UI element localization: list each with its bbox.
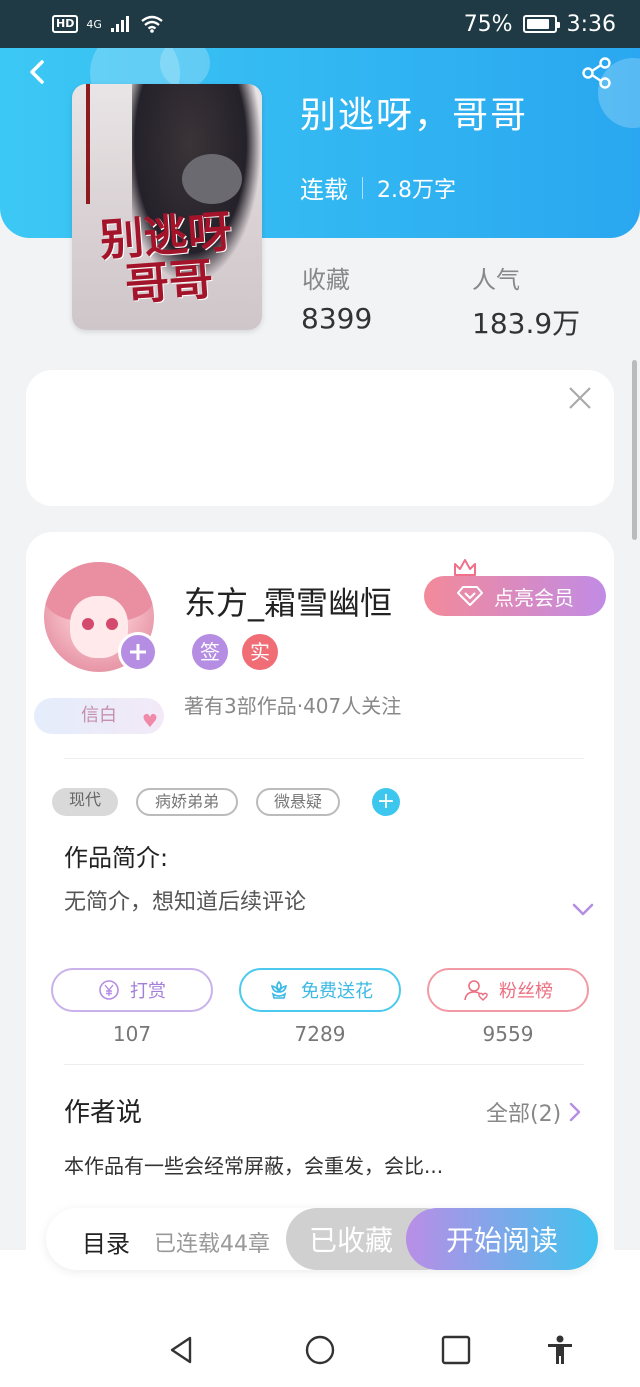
reward-count: 107 xyxy=(112,1022,152,1046)
fans-count: 9559 xyxy=(482,1022,534,1046)
scrollbar[interactable] xyxy=(632,360,637,540)
intro-label: 作品简介: xyxy=(64,844,169,872)
yen-icon xyxy=(99,980,119,1000)
wifi-icon xyxy=(141,15,163,33)
author-title-text: 信白 xyxy=(81,705,117,726)
author-name[interactable]: 东方_霜雪幽恒 xyxy=(184,578,392,624)
signal-icon xyxy=(110,16,129,32)
close-icon xyxy=(569,387,591,409)
cat-illustration xyxy=(182,154,242,204)
vip-button[interactable]: 点亮会员 xyxy=(424,576,606,616)
nav-home-icon[interactable] xyxy=(304,1334,336,1366)
popularity-value: 183.9万 xyxy=(472,307,581,340)
heart-icon: ♥ xyxy=(141,711,158,732)
close-ad-button[interactable] xyxy=(566,384,594,412)
plus-icon xyxy=(130,644,146,660)
send-flower-button[interactable]: 免费送花 xyxy=(239,968,401,1012)
network-label: 4G xyxy=(86,17,102,31)
serial-status: 连载 xyxy=(300,176,348,204)
start-reading-button[interactable]: 开始阅读 xyxy=(406,1208,598,1270)
share-button[interactable] xyxy=(580,56,614,90)
diamond-icon xyxy=(457,586,483,606)
fans-ranking-label: 粉丝榜 xyxy=(499,981,553,1002)
add-tag-button[interactable]: + xyxy=(372,788,400,816)
back-button[interactable] xyxy=(22,56,54,88)
vip-button-label: 点亮会员 xyxy=(494,585,574,610)
book-status-row: 连载 2.8万字 xyxy=(300,170,456,205)
flower-count: 7289 xyxy=(294,1022,346,1046)
collect-label: 收藏 xyxy=(302,266,350,294)
reward-button[interactable]: 打赏 xyxy=(51,968,213,1012)
hd-icon: HD xyxy=(52,15,79,33)
book-title: 别逃呀，哥哥 xyxy=(300,95,529,136)
flower-icon xyxy=(271,980,287,999)
ad-card xyxy=(26,370,614,506)
author-say-text[interactable]: 本作品有一些会经常屏蔽，会重发，会比... xyxy=(64,1150,443,1179)
chevron-down-icon[interactable] xyxy=(570,896,596,922)
status-bar: HD 4G 75% 3:36 xyxy=(0,0,640,48)
nav-recents-icon[interactable] xyxy=(440,1334,472,1366)
author-say-label: 作者说 xyxy=(64,1098,143,1128)
popularity-label: 人气 xyxy=(472,266,520,294)
nav-back-icon[interactable] xyxy=(166,1334,198,1366)
battery-percent: 75% xyxy=(463,11,513,37)
fans-ranking-button[interactable]: 粉丝榜 xyxy=(427,968,589,1012)
author-say-all-label: 全部(2) xyxy=(486,1102,562,1127)
book-cover[interactable]: 别逃呀 哥哥 xyxy=(72,84,262,330)
collect-value: 8399 xyxy=(301,302,373,335)
battery-icon xyxy=(522,15,560,33)
crown-icon xyxy=(454,559,476,576)
word-count: 2.8万字 xyxy=(377,177,456,203)
author-title-badge: 信白 ♥ xyxy=(34,698,164,734)
author-meta: 著有3部作品·407人关注 xyxy=(184,694,402,718)
catalog-button[interactable]: 目录 xyxy=(82,1224,130,1259)
share-icon xyxy=(582,57,611,89)
send-flower-label: 免费送花 xyxy=(301,981,373,1002)
signed-badge: 签 xyxy=(192,634,228,670)
reward-label: 打赏 xyxy=(130,981,166,1002)
chevron-right-icon xyxy=(569,1102,581,1122)
user-heart-icon xyxy=(464,980,488,1001)
start-reading-label: 开始阅读 xyxy=(445,1224,558,1257)
chevron-left-icon xyxy=(30,60,44,84)
cover-title-art: 别逃呀 哥哥 xyxy=(98,206,234,311)
verified-badge: 实 xyxy=(242,634,278,670)
clock: 3:36 xyxy=(566,11,616,37)
collected-label: 已收藏 xyxy=(308,1224,393,1257)
accessibility-icon[interactable] xyxy=(544,1334,576,1366)
follow-author-button[interactable] xyxy=(118,632,158,672)
chapter-count: 已连载44章 xyxy=(154,1232,270,1257)
tag-item[interactable]: 微悬疑 xyxy=(256,788,340,816)
tag-item[interactable]: 病娇弟弟 xyxy=(136,788,238,816)
author-say-all-link[interactable]: 全部(2) xyxy=(486,1096,583,1128)
intro-text: 无简介，想知道后续评论 xyxy=(64,890,307,915)
tag-item[interactable]: 现代 xyxy=(52,788,118,816)
